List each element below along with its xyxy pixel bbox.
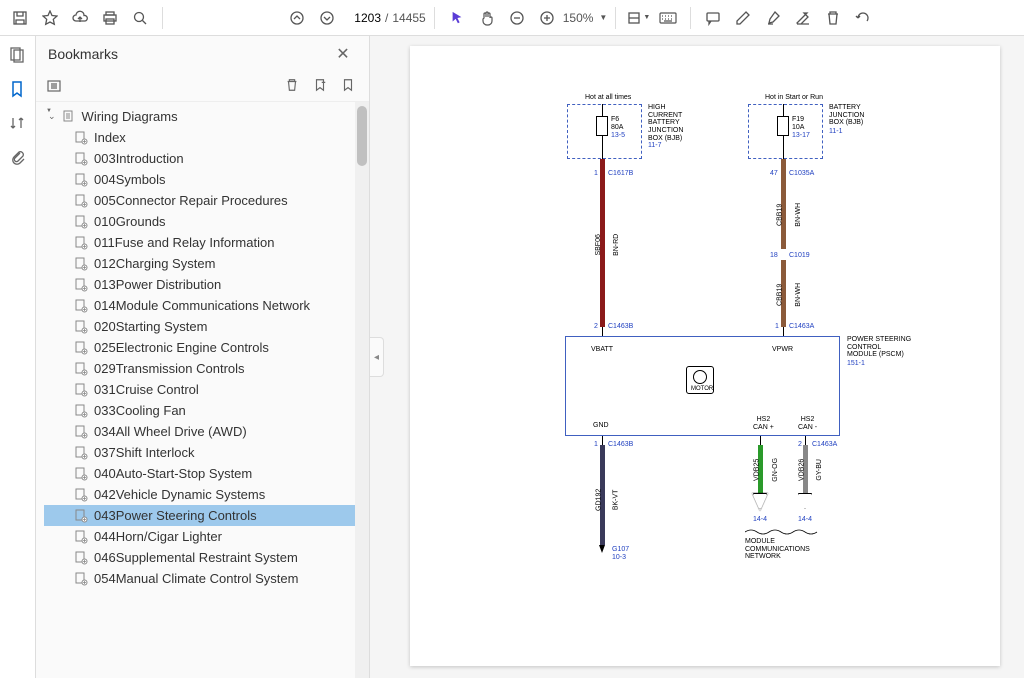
collapse-all-icon[interactable]: ▼ <box>46 78 64 96</box>
tree-item[interactable]: 042Vehicle Dynamic Systems <box>44 484 355 505</box>
tree-item[interactable]: 043Power Steering Controls <box>44 505 355 526</box>
tree-item[interactable]: 005Connector Repair Procedures <box>44 190 355 211</box>
bookmarks-panel: Bookmarks ✕ ▼ ⌄Wiring DiagramsIndex003In… <box>36 36 370 678</box>
zoom-in-icon[interactable] <box>533 4 561 32</box>
tree-item[interactable]: 031Cruise Control <box>44 379 355 400</box>
highlight-icon[interactable] <box>759 4 787 32</box>
star-icon[interactable] <box>36 4 64 32</box>
tree-item[interactable]: 025Electronic Engine Controls <box>44 337 355 358</box>
hand-icon[interactable] <box>473 4 501 32</box>
bookmark-menu-icon[interactable] <box>341 78 359 96</box>
eraser-icon[interactable] <box>789 4 817 32</box>
tree-item[interactable]: 046Supplemental Restraint System <box>44 547 355 568</box>
pointer-icon[interactable] <box>443 4 471 32</box>
tree-root[interactable]: ⌄Wiring Diagrams <box>44 106 355 127</box>
print-icon[interactable] <box>96 4 124 32</box>
tree-item[interactable]: 011Fuse and Relay Information <box>44 232 355 253</box>
page-total: 14455 <box>392 11 425 25</box>
undo-icon[interactable] <box>849 4 877 32</box>
tree-scrollbar[interactable] <box>355 102 369 678</box>
fit-icon[interactable]: ▼ <box>624 4 652 32</box>
page-indicator: / 14455 <box>343 11 426 25</box>
cloud-up-icon[interactable] <box>66 4 94 32</box>
bookmark-icon[interactable] <box>8 80 28 100</box>
tree-item[interactable]: 037Shift Interlock <box>44 442 355 463</box>
tree-item[interactable]: 020Starting System <box>44 316 355 337</box>
page-down-icon[interactable] <box>313 4 341 32</box>
pencil-icon[interactable] <box>729 4 757 32</box>
document-viewport[interactable]: ◂ Hot at all times Hot in Start or Run F… <box>370 36 1024 678</box>
swap-icon[interactable] <box>8 114 28 134</box>
tree-item[interactable]: 013Power Distribution <box>44 274 355 295</box>
tree-item[interactable]: 014Module Communications Network <box>44 295 355 316</box>
tree-item[interactable]: 033Cooling Fan <box>44 400 355 421</box>
tree-item[interactable]: 003Introduction <box>44 148 355 169</box>
delete-bookmark-icon[interactable] <box>285 78 303 96</box>
tree-item[interactable]: 029Transmission Controls <box>44 358 355 379</box>
attachment-icon[interactable] <box>8 148 28 168</box>
bookmark-tree[interactable]: ⌄Wiring DiagramsIndex003Introduction004S… <box>36 102 355 678</box>
tree-item[interactable]: 044Horn/Cigar Lighter <box>44 526 355 547</box>
tree-item[interactable]: 040Auto-Start-Stop System <box>44 463 355 484</box>
close-icon[interactable]: ✕ <box>329 40 357 68</box>
comment-icon[interactable] <box>699 4 727 32</box>
trash-icon[interactable] <box>819 4 847 32</box>
page-input[interactable] <box>343 11 381 25</box>
pages-icon[interactable] <box>8 46 28 66</box>
chevron-down-icon: ▼ <box>599 13 607 22</box>
pdf-page: Hot at all times Hot in Start or Run F6 … <box>410 46 1000 666</box>
tree-item[interactable]: 010Grounds <box>44 211 355 232</box>
tree-item[interactable]: 034All Wheel Drive (AWD) <box>44 421 355 442</box>
side-rail <box>0 36 36 678</box>
tree-item[interactable]: 004Symbols <box>44 169 355 190</box>
panel-title: Bookmarks <box>48 46 118 62</box>
zoom-out-icon[interactable] <box>503 4 531 32</box>
page-up-icon[interactable] <box>283 4 311 32</box>
keyboard-icon[interactable] <box>654 4 682 32</box>
collapse-panel-icon[interactable]: ◂ <box>370 337 384 377</box>
save-icon[interactable] <box>6 4 34 32</box>
search-icon[interactable] <box>126 4 154 32</box>
wiring-diagram: Hot at all times Hot in Start or Run F6 … <box>410 46 1000 666</box>
tree-item[interactable]: 012Charging System <box>44 253 355 274</box>
add-bookmark-icon[interactable] <box>313 78 331 96</box>
top-toolbar: / 14455 150% ▼ ▼ <box>0 0 1024 36</box>
tree-item[interactable]: 054Manual Climate Control System <box>44 568 355 589</box>
tree-item[interactable]: Index <box>44 127 355 148</box>
panel-tools: ▼ <box>36 72 369 102</box>
zoom-display[interactable]: 150% ▼ <box>563 11 608 25</box>
